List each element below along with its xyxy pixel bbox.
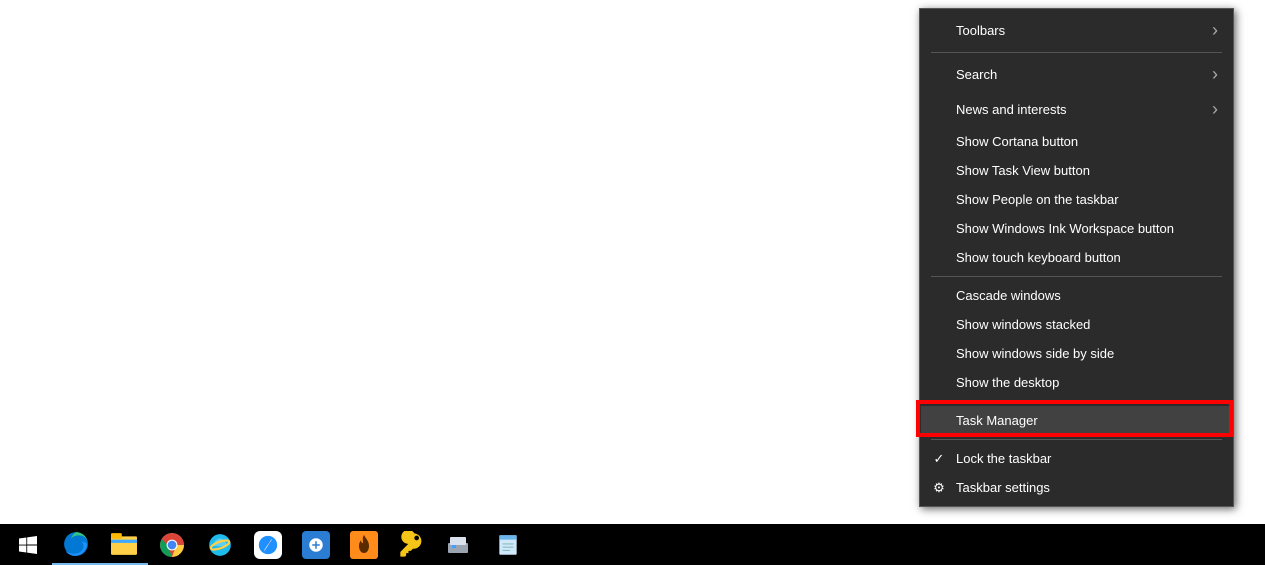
menu-item-news-and-interests[interactable]: News and interests ›	[921, 92, 1232, 127]
app-scanner[interactable]	[436, 524, 484, 565]
menu-item-search[interactable]: Search ›	[921, 57, 1232, 92]
edge-icon	[62, 530, 90, 558]
menu-separator	[931, 401, 1222, 402]
notepad-icon	[494, 531, 522, 559]
menu-item-cascade-windows[interactable]: Cascade windows	[921, 281, 1232, 310]
menu-item-label: Show the desktop	[956, 375, 1059, 390]
safari-browser[interactable]	[244, 524, 292, 565]
menu-item-label: Show windows stacked	[956, 317, 1090, 332]
taskbar-context-menu: Toolbars › Search › News and interests › Show …	[919, 8, 1234, 507]
menu-item-label: Show touch keyboard button	[956, 250, 1121, 265]
menu-item-label: Show windows side by side	[956, 346, 1114, 361]
safari-icon	[254, 531, 282, 559]
menu-item-label: Search	[956, 67, 997, 82]
menu-item-label: Show People on the taskbar	[956, 192, 1119, 207]
chrome-browser[interactable]	[148, 524, 196, 565]
menu-item-label: Show Cortana button	[956, 134, 1078, 149]
menu-item-show-the-desktop[interactable]: Show the desktop	[921, 368, 1232, 397]
chevron-right-icon: ›	[1212, 64, 1218, 85]
menu-item-show-windows-side-by-side[interactable]: Show windows side by side	[921, 339, 1232, 368]
menu-item-label: Show Task View button	[956, 163, 1090, 178]
app-key[interactable]	[388, 524, 436, 565]
menu-item-lock-the-taskbar[interactable]: ✓ Lock the taskbar	[921, 444, 1232, 473]
menu-item-show-people-on-the-taskbar[interactable]: Show People on the taskbar	[921, 185, 1232, 214]
chevron-right-icon: ›	[1212, 20, 1218, 41]
menu-separator	[931, 276, 1222, 277]
menu-item-show-touch-keyboard-button[interactable]: Show touch keyboard button	[921, 243, 1232, 272]
file-explorer[interactable]	[100, 525, 148, 565]
ie-icon	[206, 531, 234, 559]
windows-icon	[14, 531, 42, 559]
menu-item-taskbar-settings[interactable]: ⚙ Taskbar settings	[921, 473, 1232, 502]
menu-item-label: Toolbars	[956, 23, 1005, 38]
menu-item-label: Lock the taskbar	[956, 451, 1051, 466]
menu-item-task-manager[interactable]: Task Manager	[921, 406, 1232, 435]
scanner-icon	[446, 531, 474, 559]
menu-item-label: News and interests	[956, 102, 1067, 117]
menu-item-label: Task Manager	[956, 413, 1038, 428]
gear-icon: ⚙	[931, 480, 947, 496]
menu-item-show-cortana-button[interactable]: Show Cortana button	[921, 127, 1232, 156]
check-icon: ✓	[931, 451, 947, 467]
explorer-icon	[110, 530, 138, 558]
app-plus[interactable]	[292, 524, 340, 565]
menu-separator	[931, 439, 1222, 440]
menu-item-toolbars[interactable]: Toolbars ›	[921, 13, 1232, 48]
menu-item-label: Show Windows Ink Workspace button	[956, 221, 1174, 236]
taskbar	[0, 524, 1265, 565]
app-flame[interactable]	[340, 524, 388, 565]
internet-explorer[interactable]	[196, 524, 244, 565]
start-button[interactable]	[4, 524, 52, 565]
menu-item-label: Taskbar settings	[956, 480, 1050, 495]
menu-item-show-task-view-button[interactable]: Show Task View button	[921, 156, 1232, 185]
menu-item-show-windows-stacked[interactable]: Show windows stacked	[921, 310, 1232, 339]
chrome-icon	[158, 531, 186, 559]
menu-item-show-windows-ink-workspace-button[interactable]: Show Windows Ink Workspace button	[921, 214, 1232, 243]
menu-item-label: Cascade windows	[956, 288, 1061, 303]
flame-icon	[350, 531, 378, 559]
app-notepad[interactable]	[484, 524, 532, 565]
plus-icon	[302, 531, 330, 559]
chevron-right-icon: ›	[1212, 99, 1218, 120]
menu-separator	[931, 52, 1222, 53]
key-icon	[398, 531, 426, 559]
edge-browser[interactable]	[52, 525, 100, 565]
